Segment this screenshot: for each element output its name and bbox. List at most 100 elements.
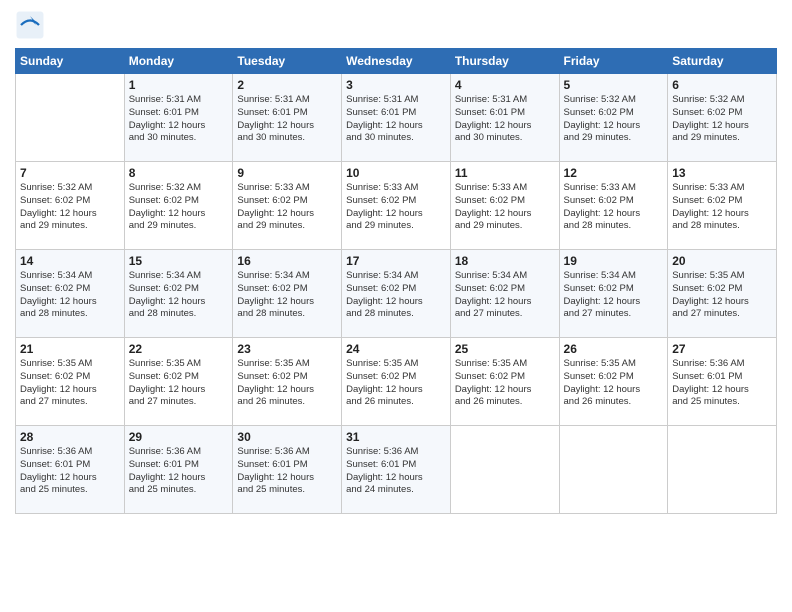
day-number: 6 xyxy=(672,78,772,92)
day-info: Sunrise: 5:36 AM Sunset: 6:01 PM Dayligh… xyxy=(20,446,120,497)
day-number: 11 xyxy=(455,166,555,180)
day-info: Sunrise: 5:35 AM Sunset: 6:02 PM Dayligh… xyxy=(129,358,229,409)
calendar-cell: 11 Sunrise: 5:33 AM Sunset: 6:02 PM Dayli… xyxy=(450,162,559,250)
day-info: Sunrise: 5:34 AM Sunset: 6:02 PM Dayligh… xyxy=(237,270,337,321)
day-number: 10 xyxy=(346,166,446,180)
week-row-1: 1 Sunrise: 5:31 AM Sunset: 6:01 PM Daylig… xyxy=(16,74,777,162)
day-info: Sunrise: 5:32 AM Sunset: 6:02 PM Dayligh… xyxy=(672,94,772,145)
calendar-cell: 25 Sunrise: 5:35 AM Sunset: 6:02 PM Dayli… xyxy=(450,338,559,426)
calendar-cell: 27 Sunrise: 5:36 AM Sunset: 6:01 PM Dayli… xyxy=(668,338,777,426)
day-number: 9 xyxy=(237,166,337,180)
day-number: 4 xyxy=(455,78,555,92)
day-info: Sunrise: 5:35 AM Sunset: 6:02 PM Dayligh… xyxy=(672,270,772,321)
calendar-cell: 9Sunrise: 5:33 AM Sunset: 6:02 PM Daylig… xyxy=(233,162,342,250)
day-info: Sunrise: 5:31 AM Sunset: 6:01 PM Dayligh… xyxy=(129,94,229,145)
calendar-cell: 7Sunrise: 5:32 AM Sunset: 6:02 PM Daylig… xyxy=(16,162,125,250)
day-number: 3 xyxy=(346,78,446,92)
calendar-cell: 14 Sunrise: 5:34 AM Sunset: 6:02 PM Dayli… xyxy=(16,250,125,338)
day-number: 20 xyxy=(672,254,772,268)
logo xyxy=(15,10,49,40)
calendar-cell: 4 Sunrise: 5:31 AM Sunset: 6:01 PM Daylig… xyxy=(450,74,559,162)
calendar-cell: 13 Sunrise: 5:33 AM Sunset: 6:02 PM Dayli… xyxy=(668,162,777,250)
calendar-cell: 17Sunrise: 5:34 AM Sunset: 6:02 PM Dayli… xyxy=(342,250,451,338)
calendar-cell: 29 Sunrise: 5:36 AM Sunset: 6:01 PM Dayli… xyxy=(124,426,233,514)
calendar-cell xyxy=(668,426,777,514)
day-number: 31 xyxy=(346,430,446,444)
header-day-sunday: Sunday xyxy=(16,49,125,74)
week-row-2: 7 Sunrise: 5:32 AM Sunset: 6:02 PM Daylig… xyxy=(16,162,777,250)
day-info: Sunrise: 5:34 AM Sunset: 6:02 PM Dayligh… xyxy=(564,270,664,321)
header-day-thursday: Thursday xyxy=(450,49,559,74)
calendar-cell: 22 Sunrise: 5:35 AM Sunset: 6:02 PM Dayli… xyxy=(124,338,233,426)
header-day-tuesday: Tuesday xyxy=(233,49,342,74)
day-number: 14 xyxy=(20,254,120,268)
day-info: Sunrise: 5:31 AM Sunset: 6:01 PM Dayligh… xyxy=(455,94,555,145)
week-row-5: 28Sunrise: 5:36 AM Sunset: 6:01 PM Dayli… xyxy=(16,426,777,514)
calendar-cell: 28Sunrise: 5:36 AM Sunset: 6:01 PM Dayli… xyxy=(16,426,125,514)
calendar-cell: 31 Sunrise: 5:36 AM Sunset: 6:01 PM Dayli… xyxy=(342,426,451,514)
day-info: Sunrise: 5:33 AM Sunset: 6:02 PM Dayligh… xyxy=(672,182,772,233)
calendar-cell: 6 Sunrise: 5:32 AM Sunset: 6:02 PM Daylig… xyxy=(668,74,777,162)
day-number: 18 xyxy=(455,254,555,268)
calendar-cell: 30 Sunrise: 5:36 AM Sunset: 6:01 PM Dayli… xyxy=(233,426,342,514)
day-number: 7 xyxy=(20,166,120,180)
day-number: 30 xyxy=(237,430,337,444)
day-number: 17 xyxy=(346,254,446,268)
day-info: Sunrise: 5:33 AM Sunset: 6:02 PM Dayligh… xyxy=(346,182,446,233)
header-day-wednesday: Wednesday xyxy=(342,49,451,74)
day-info: Sunrise: 5:31 AM Sunset: 6:01 PM Dayligh… xyxy=(346,94,446,145)
calendar-cell: 12Sunrise: 5:33 AM Sunset: 6:02 PM Dayli… xyxy=(559,162,668,250)
day-number: 21 xyxy=(20,342,120,356)
day-info: Sunrise: 5:35 AM Sunset: 6:02 PM Dayligh… xyxy=(564,358,664,409)
day-info: Sunrise: 5:36 AM Sunset: 6:01 PM Dayligh… xyxy=(346,446,446,497)
calendar-cell xyxy=(16,74,125,162)
header-day-friday: Friday xyxy=(559,49,668,74)
day-number: 15 xyxy=(129,254,229,268)
calendar-cell: 3 Sunrise: 5:31 AM Sunset: 6:01 PM Daylig… xyxy=(342,74,451,162)
week-row-3: 14 Sunrise: 5:34 AM Sunset: 6:02 PM Dayli… xyxy=(16,250,777,338)
day-number: 16 xyxy=(237,254,337,268)
day-info: Sunrise: 5:33 AM Sunset: 6:02 PM Dayligh… xyxy=(455,182,555,233)
day-info: Sunrise: 5:34 AM Sunset: 6:02 PM Dayligh… xyxy=(20,270,120,321)
header-day-monday: Monday xyxy=(124,49,233,74)
day-info: Sunrise: 5:35 AM Sunset: 6:02 PM Dayligh… xyxy=(237,358,337,409)
day-info: Sunrise: 5:36 AM Sunset: 6:01 PM Dayligh… xyxy=(672,358,772,409)
calendar-cell: 18Sunrise: 5:34 AM Sunset: 6:02 PM Dayli… xyxy=(450,250,559,338)
day-number: 27 xyxy=(672,342,772,356)
calendar-cell: 10 Sunrise: 5:33 AM Sunset: 6:02 PM Dayli… xyxy=(342,162,451,250)
day-info: Sunrise: 5:34 AM Sunset: 6:02 PM Dayligh… xyxy=(129,270,229,321)
day-info: Sunrise: 5:32 AM Sunset: 6:02 PM Dayligh… xyxy=(564,94,664,145)
day-number: 24 xyxy=(346,342,446,356)
calendar-cell: 20 Sunrise: 5:35 AM Sunset: 6:02 PM Dayli… xyxy=(668,250,777,338)
calendar-cell: 21 Sunrise: 5:35 AM Sunset: 6:02 PM Dayli… xyxy=(16,338,125,426)
day-number: 25 xyxy=(455,342,555,356)
calendar-table: SundayMondayTuesdayWednesdayThursdayFrid… xyxy=(15,48,777,514)
calendar-cell: 19Sunrise: 5:34 AM Sunset: 6:02 PM Dayli… xyxy=(559,250,668,338)
day-number: 29 xyxy=(129,430,229,444)
calendar-cell: 24 Sunrise: 5:35 AM Sunset: 6:02 PM Dayli… xyxy=(342,338,451,426)
day-number: 5 xyxy=(564,78,664,92)
day-info: Sunrise: 5:35 AM Sunset: 6:02 PM Dayligh… xyxy=(346,358,446,409)
calendar-cell: 16 Sunrise: 5:34 AM Sunset: 6:02 PM Dayli… xyxy=(233,250,342,338)
day-info: Sunrise: 5:36 AM Sunset: 6:01 PM Dayligh… xyxy=(237,446,337,497)
day-info: Sunrise: 5:36 AM Sunset: 6:01 PM Dayligh… xyxy=(129,446,229,497)
day-info: Sunrise: 5:31 AM Sunset: 6:01 PM Dayligh… xyxy=(237,94,337,145)
day-number: 8 xyxy=(129,166,229,180)
day-number: 22 xyxy=(129,342,229,356)
day-info: Sunrise: 5:33 AM Sunset: 6:02 PM Dayligh… xyxy=(564,182,664,233)
day-info: Sunrise: 5:35 AM Sunset: 6:02 PM Dayligh… xyxy=(455,358,555,409)
calendar-cell: 5 Sunrise: 5:32 AM Sunset: 6:02 PM Daylig… xyxy=(559,74,668,162)
day-number: 2 xyxy=(237,78,337,92)
calendar-cell: 1 Sunrise: 5:31 AM Sunset: 6:01 PM Daylig… xyxy=(124,74,233,162)
calendar-cell: 23Sunrise: 5:35 AM Sunset: 6:02 PM Dayli… xyxy=(233,338,342,426)
week-row-4: 21 Sunrise: 5:35 AM Sunset: 6:02 PM Dayli… xyxy=(16,338,777,426)
calendar-cell xyxy=(450,426,559,514)
day-number: 13 xyxy=(672,166,772,180)
calendar-cell xyxy=(559,426,668,514)
day-info: Sunrise: 5:32 AM Sunset: 6:02 PM Dayligh… xyxy=(129,182,229,233)
header-day-saturday: Saturday xyxy=(668,49,777,74)
day-number: 1 xyxy=(129,78,229,92)
day-info: Sunrise: 5:35 AM Sunset: 6:02 PM Dayligh… xyxy=(20,358,120,409)
calendar-cell: 15 Sunrise: 5:34 AM Sunset: 6:02 PM Dayli… xyxy=(124,250,233,338)
calendar-cell: 26Sunrise: 5:35 AM Sunset: 6:02 PM Dayli… xyxy=(559,338,668,426)
